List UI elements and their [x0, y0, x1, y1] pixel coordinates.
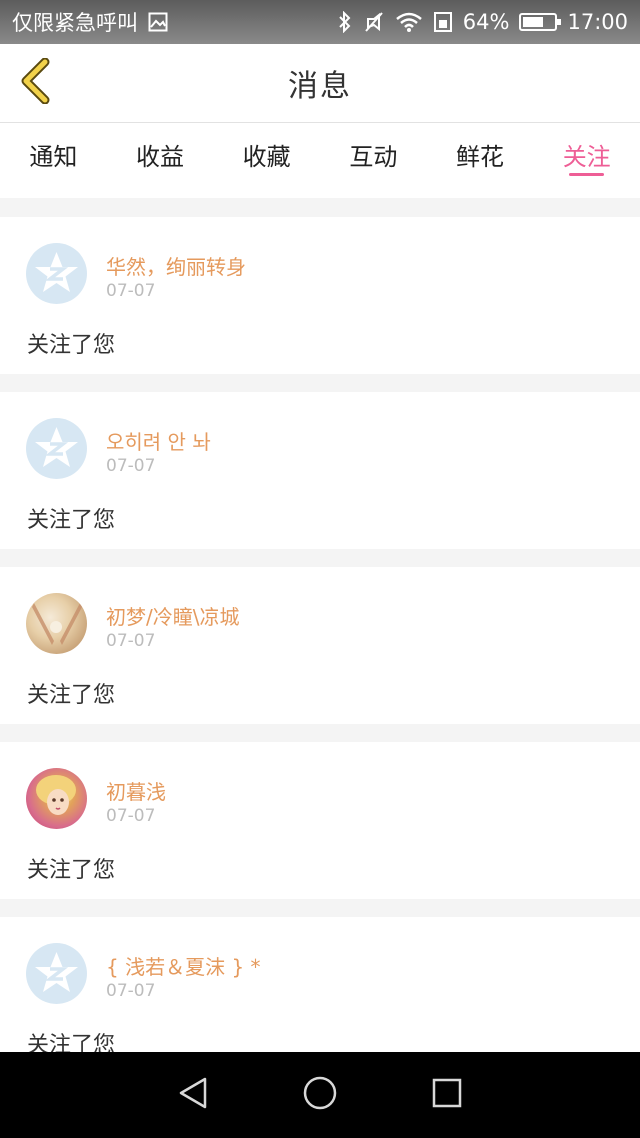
message: 关注了您	[27, 508, 116, 533]
user-photo-icon	[36, 775, 76, 815]
header: 消息	[0, 44, 640, 122]
user-photo-icon	[32, 603, 82, 645]
page-title: 消息	[288, 69, 352, 104]
wifi-icon	[395, 12, 423, 32]
message: 关注了您	[27, 683, 116, 708]
active-tab-indicator	[569, 173, 605, 176]
list-item[interactable]: { 浅若＆夏沫 } * 07-07 关注了您	[0, 917, 640, 1074]
list-item[interactable]: 初梦/冷瞳\凉城 07-07 关注了您	[0, 567, 640, 724]
date: 07-07	[106, 281, 156, 301]
default-avatar-icon	[35, 252, 78, 292]
triangle-back-icon	[177, 1076, 209, 1114]
nav-back-button[interactable]	[163, 1065, 223, 1125]
default-avatar-icon	[35, 952, 78, 992]
list-item[interactable]: 오히려 안 놔 07-07 关注了您	[0, 392, 640, 549]
default-avatar-icon	[35, 427, 78, 467]
system-nav-bar	[0, 1052, 640, 1138]
tab-earnings[interactable]: 收益	[107, 123, 214, 199]
battery-icon	[519, 13, 562, 31]
message: 关注了您	[27, 858, 116, 883]
tab-label: 收藏	[242, 143, 291, 171]
image-icon	[148, 12, 168, 32]
avatar[interactable]	[26, 243, 87, 304]
list-item[interactable]: 初暮浅 07-07 关注了您	[0, 742, 640, 899]
date: 07-07	[106, 806, 156, 826]
avatar[interactable]	[26, 768, 87, 829]
clock: 17:00	[567, 10, 628, 34]
screen: 仅限紧急呼叫 64% 17:00 消息 通知 收益 收藏 互动 鲜花 关注 华然…	[0, 0, 640, 1138]
username[interactable]: 오히려 안 놔	[106, 426, 211, 455]
username[interactable]: { 浅若＆夏沫 } *	[106, 951, 261, 980]
message: 关注了您	[27, 333, 116, 358]
status-bar: 仅限紧急呼叫 64% 17:00	[0, 0, 640, 44]
square-recents-icon	[431, 1077, 463, 1113]
sim-icon	[433, 11, 453, 33]
date: 07-07	[106, 456, 156, 476]
tab-label: 互动	[349, 143, 398, 171]
nav-home-button[interactable]	[290, 1065, 350, 1125]
avatar[interactable]	[26, 943, 87, 1004]
mute-icon	[363, 11, 385, 33]
battery-level	[523, 17, 543, 27]
username[interactable]: 初梦/冷瞳\凉城	[106, 601, 239, 630]
tab-label: 关注	[562, 143, 611, 171]
avatar[interactable]	[26, 418, 87, 479]
tab-notifications[interactable]: 通知	[0, 123, 107, 199]
date: 07-07	[106, 981, 156, 1001]
avatar[interactable]	[26, 593, 87, 654]
back-button[interactable]	[14, 57, 58, 108]
tab-label: 通知	[29, 143, 78, 171]
nav-recents-button[interactable]	[417, 1065, 477, 1125]
tab-label: 鲜花	[456, 143, 505, 171]
tab-following[interactable]: 关注	[533, 123, 640, 199]
tab-label: 收益	[136, 143, 184, 171]
list-item[interactable]: 华然，绚丽转身 07-07 关注了您	[0, 217, 640, 374]
carrier-text: 仅限紧急呼叫	[12, 11, 138, 35]
bluetooth-icon	[337, 11, 353, 33]
tab-favorites[interactable]: 收藏	[213, 123, 320, 199]
tab-bar: 通知 收益 收藏 互动 鲜花 关注	[0, 122, 640, 198]
follow-notification-list: 华然，绚丽转身 07-07 关注了您 오히려 안 놔 07-07 关注了您 初梦…	[0, 217, 640, 1092]
circle-home-icon	[302, 1075, 338, 1115]
date: 07-07	[106, 631, 156, 651]
tab-flowers[interactable]: 鲜花	[427, 123, 534, 199]
battery-percent: 64%	[462, 10, 510, 34]
chevron-left-icon	[19, 57, 53, 108]
tab-interaction[interactable]: 互动	[320, 123, 427, 199]
username[interactable]: 初暮浅	[106, 776, 166, 805]
username[interactable]: 华然，绚丽转身	[106, 251, 246, 280]
